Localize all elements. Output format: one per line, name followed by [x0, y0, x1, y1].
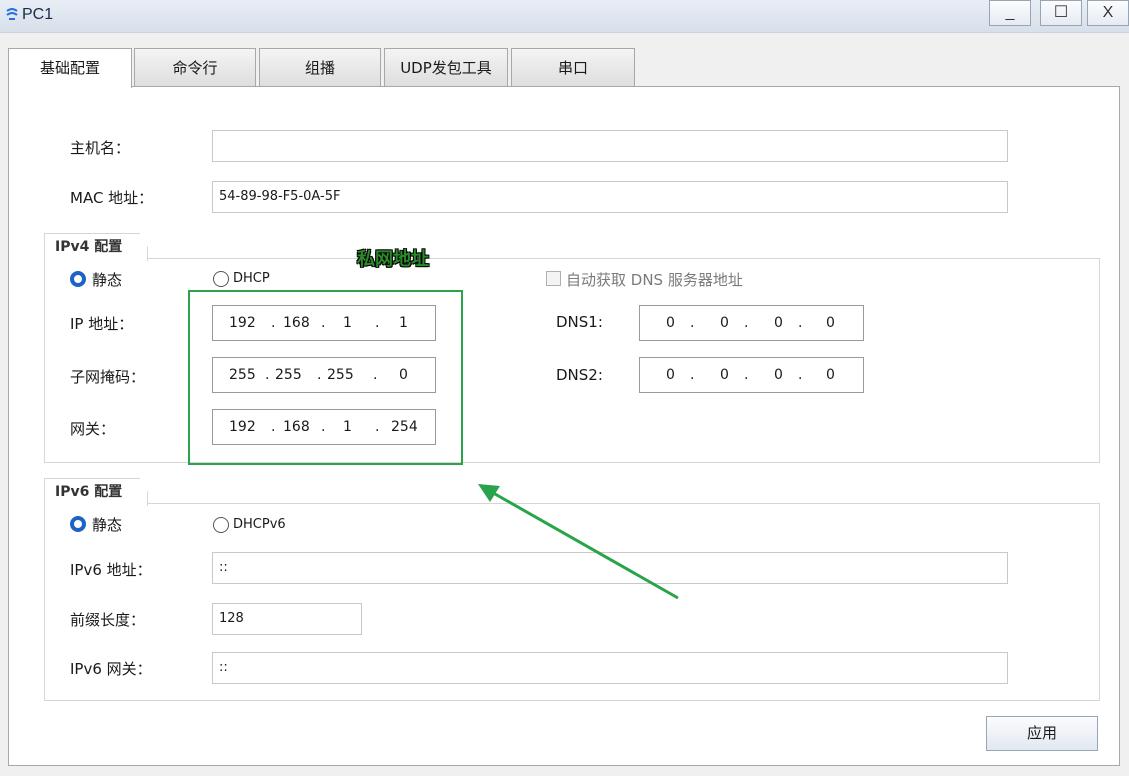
annotation-label: 私网地址: [357, 249, 429, 270]
dns2-octet-3: 0: [774, 367, 783, 383]
dns1-octet-1: 0: [666, 315, 675, 331]
dns1-input[interactable]: 0 . 0 . 0 . 0: [639, 305, 864, 341]
apply-button[interactable]: 应用: [986, 716, 1098, 751]
ipv6-static-radio[interactable]: [70, 516, 86, 532]
hostname-input[interactable]: [212, 130, 1008, 162]
dns1-octet-2: 0: [720, 315, 729, 331]
annotation-highlight-box: [188, 290, 463, 465]
dns2-input[interactable]: 0 . 0 . 0 . 0: [639, 357, 864, 393]
ipv6-gateway-input[interactable]: ::: [212, 652, 1008, 684]
tab-serial[interactable]: 串口: [511, 48, 635, 86]
ipv4-dhcp-radio[interactable]: [213, 271, 229, 287]
title-bar: PC1 _ ☐ X: [0, 0, 1129, 33]
minimize-button[interactable]: _: [989, 0, 1031, 26]
tab-udp-tool[interactable]: UDP发包工具: [384, 48, 508, 86]
ipv4-group-title: IPv4 配置: [44, 233, 148, 261]
dns2-octet-4: 0: [826, 367, 835, 383]
hostname-label: 主机名：: [70, 139, 131, 157]
tab-basic-config[interactable]: 基础配置: [8, 48, 132, 88]
ipv4-static-radio[interactable]: [70, 271, 86, 287]
dns1-label: DNS1:: [556, 313, 603, 331]
ipv6-static-label: 静态: [92, 516, 123, 534]
maximize-button[interactable]: ☐: [1040, 0, 1082, 26]
gateway-label: 网关：: [70, 420, 116, 438]
ipv4-static-label: 静态: [92, 271, 123, 289]
ipv6-gateway-label: IPv6 网关：: [70, 660, 152, 678]
ipv4-dhcp-label: DHCP: [233, 271, 270, 286]
mac-input[interactable]: 54-89-98-F5-0A-5F: [212, 181, 1008, 213]
mask-label: 子网掩码：: [70, 368, 146, 386]
window-title: PC1: [22, 6, 54, 23]
dns2-octet-2: 0: [720, 367, 729, 383]
tab-multicast[interactable]: 组播: [259, 48, 381, 86]
annotation-arrow-icon: [478, 484, 679, 600]
auto-dns-checkbox[interactable]: [546, 271, 561, 286]
ipv6-tab-slant: [140, 478, 156, 503]
tab-command-line[interactable]: 命令行: [134, 48, 256, 86]
app-icon: [6, 8, 18, 20]
dns1-octet-3: 0: [774, 315, 783, 331]
dns2-label: DNS2:: [556, 366, 603, 384]
ipv6-dhcpv6-label: DHCPv6: [233, 517, 286, 532]
dns1-octet-4: 0: [826, 315, 835, 331]
dns2-octet-1: 0: [666, 367, 675, 383]
ipv6-addr-label: IPv6 地址：: [70, 561, 152, 579]
mac-label: MAC 地址：: [70, 189, 154, 207]
ipv6-group-title: IPv6 配置: [44, 478, 148, 506]
ip-label: IP 地址：: [70, 315, 134, 333]
close-button[interactable]: X: [1087, 0, 1129, 26]
prefix-length-input[interactable]: 128: [212, 603, 362, 635]
ipv4-tab-slant: [140, 233, 156, 258]
ipv6-dhcpv6-radio[interactable]: [213, 517, 229, 533]
prefix-length-label: 前缀长度：: [70, 611, 146, 629]
auto-dns-label: 自动获取 DNS 服务器地址: [566, 271, 743, 289]
